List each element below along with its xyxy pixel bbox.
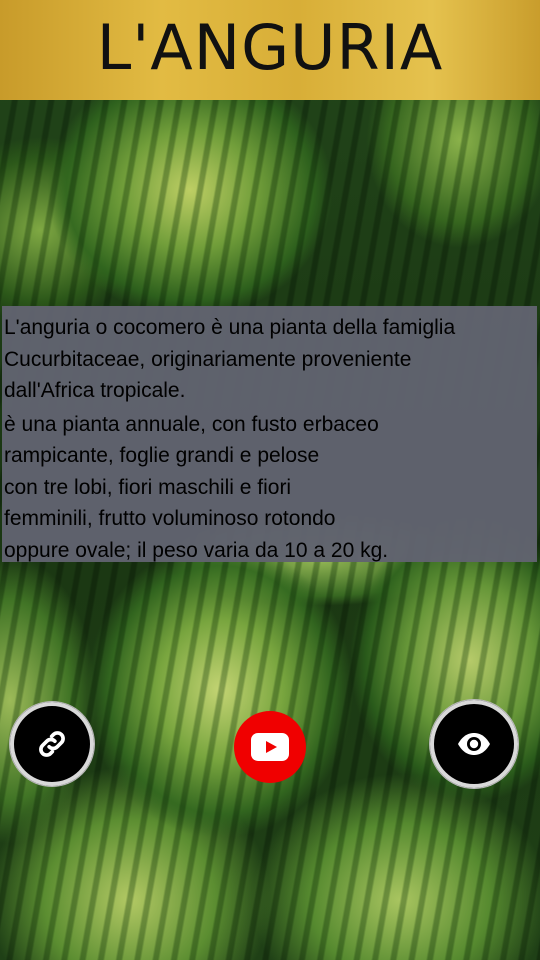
eye-icon [457,732,491,756]
youtube-play-icon [251,733,289,761]
link-icon [35,727,69,761]
description-paragraph-2: è una pianta annuale, con fusto erbaceo … [4,412,389,562]
description-paragraph-1: L'anguria o cocomero è una pianta della … [4,316,456,402]
description-panel: L'anguria o cocomero è una pianta della … [2,306,537,562]
view-button[interactable] [430,700,518,788]
app-screen: L'ANGURIA L'anguria o cocomero è una pia… [0,0,540,960]
title-banner: L'ANGURIA [0,0,540,100]
youtube-button[interactable] [234,711,306,783]
link-button[interactable] [10,702,94,786]
page-title: L'ANGURIA [96,10,444,84]
